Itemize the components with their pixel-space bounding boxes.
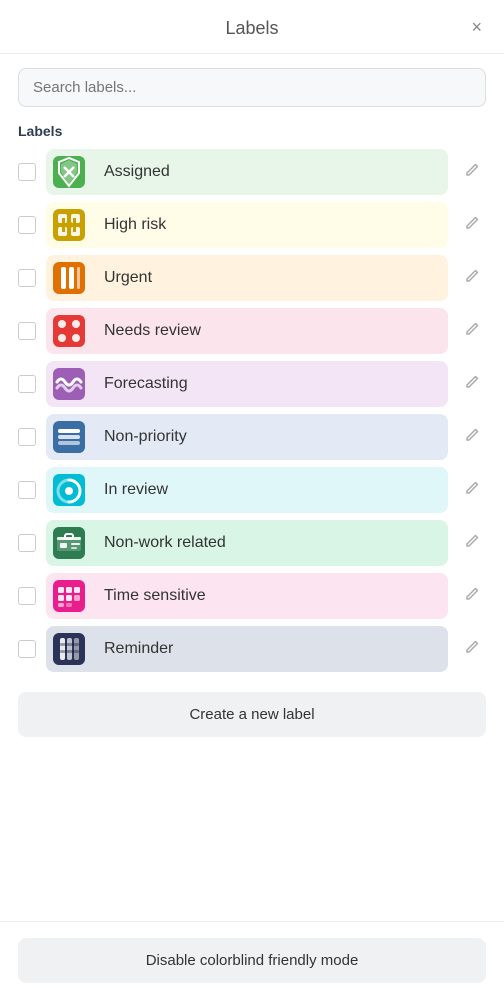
edit-label-button-non-priority[interactable]: [458, 423, 486, 452]
label-row: Non-priority: [18, 414, 486, 460]
label-pill-non-priority[interactable]: Non-priority: [46, 414, 448, 460]
edit-label-button-urgent[interactable]: [458, 264, 486, 293]
label-row: High risk: [18, 202, 486, 248]
label-name-non-work-related: Non-work related: [92, 534, 448, 552]
label-pill-high-risk[interactable]: High risk: [46, 202, 448, 248]
label-name-forecasting: Forecasting: [92, 375, 448, 393]
labels-heading: Labels: [18, 123, 486, 139]
label-icon-urgent: [46, 255, 92, 301]
label-name-non-priority: Non-priority: [92, 428, 448, 446]
label-row: Time sensitive: [18, 573, 486, 619]
label-checkbox-assigned[interactable]: [18, 163, 36, 181]
label-checkbox-high-risk[interactable]: [18, 216, 36, 234]
labels-list: Assigned High risk: [18, 149, 486, 672]
create-label-button[interactable]: Create a new label: [18, 692, 486, 737]
label-name-time-sensitive: Time sensitive: [92, 587, 448, 605]
label-name-urgent: Urgent: [92, 269, 448, 287]
edit-label-button-reminder[interactable]: [458, 635, 486, 664]
label-checkbox-non-priority[interactable]: [18, 428, 36, 446]
label-icon-in-review: [46, 467, 92, 513]
edit-label-button-high-risk[interactable]: [458, 211, 486, 240]
disable-colorblind-button[interactable]: Disable colorblind friendly mode: [18, 938, 486, 983]
edit-label-button-in-review[interactable]: [458, 476, 486, 505]
label-checkbox-non-work-related[interactable]: [18, 534, 36, 552]
edit-label-button-needs-review[interactable]: [458, 317, 486, 346]
label-icon-non-work-related: [46, 520, 92, 566]
edit-label-button-assigned[interactable]: [458, 158, 486, 187]
label-icon-non-priority: [46, 414, 92, 460]
label-row: Needs review: [18, 308, 486, 354]
label-row: Urgent: [18, 255, 486, 301]
label-pill-in-review[interactable]: In review: [46, 467, 448, 513]
close-button[interactable]: ×: [467, 14, 486, 40]
label-checkbox-urgent[interactable]: [18, 269, 36, 287]
label-checkbox-time-sensitive[interactable]: [18, 587, 36, 605]
label-icon-high-risk: [46, 202, 92, 248]
edit-label-button-time-sensitive[interactable]: [458, 582, 486, 611]
label-pill-needs-review[interactable]: Needs review: [46, 308, 448, 354]
label-pill-forecasting[interactable]: Forecasting: [46, 361, 448, 407]
panel-title: Labels: [225, 18, 278, 39]
labels-section: Labels Assigned: [0, 117, 504, 680]
search-input[interactable]: [18, 68, 486, 107]
label-name-needs-review: Needs review: [92, 322, 448, 340]
label-pill-reminder[interactable]: Reminder: [46, 626, 448, 672]
label-pill-urgent[interactable]: Urgent: [46, 255, 448, 301]
label-checkbox-forecasting[interactable]: [18, 375, 36, 393]
label-row: Assigned: [18, 149, 486, 195]
header: Labels ×: [0, 0, 504, 54]
label-pill-non-work-related[interactable]: Non-work related: [46, 520, 448, 566]
edit-label-button-forecasting[interactable]: [458, 370, 486, 399]
label-name-reminder: Reminder: [92, 640, 448, 658]
label-pill-time-sensitive[interactable]: Time sensitive: [46, 573, 448, 619]
edit-label-button-non-work-related[interactable]: [458, 529, 486, 558]
label-icon-time-sensitive: [46, 573, 92, 619]
label-name-high-risk: High risk: [92, 216, 448, 234]
label-name-in-review: In review: [92, 481, 448, 499]
label-row: Reminder: [18, 626, 486, 672]
label-pill-assigned[interactable]: Assigned: [46, 149, 448, 195]
label-icon-assigned: [46, 149, 92, 195]
footer: Disable colorblind friendly mode: [0, 921, 504, 999]
label-icon-needs-review: [46, 308, 92, 354]
search-container: [0, 54, 504, 117]
label-name-assigned: Assigned: [92, 163, 448, 181]
label-icon-reminder: [46, 626, 92, 672]
label-row: Non-work related: [18, 520, 486, 566]
labels-panel: Labels × Labels Assigned: [0, 0, 504, 999]
label-checkbox-needs-review[interactable]: [18, 322, 36, 340]
label-icon-forecasting: [46, 361, 92, 407]
label-row: Forecasting: [18, 361, 486, 407]
label-checkbox-reminder[interactable]: [18, 640, 36, 658]
label-checkbox-in-review[interactable]: [18, 481, 36, 499]
label-row: In review: [18, 467, 486, 513]
